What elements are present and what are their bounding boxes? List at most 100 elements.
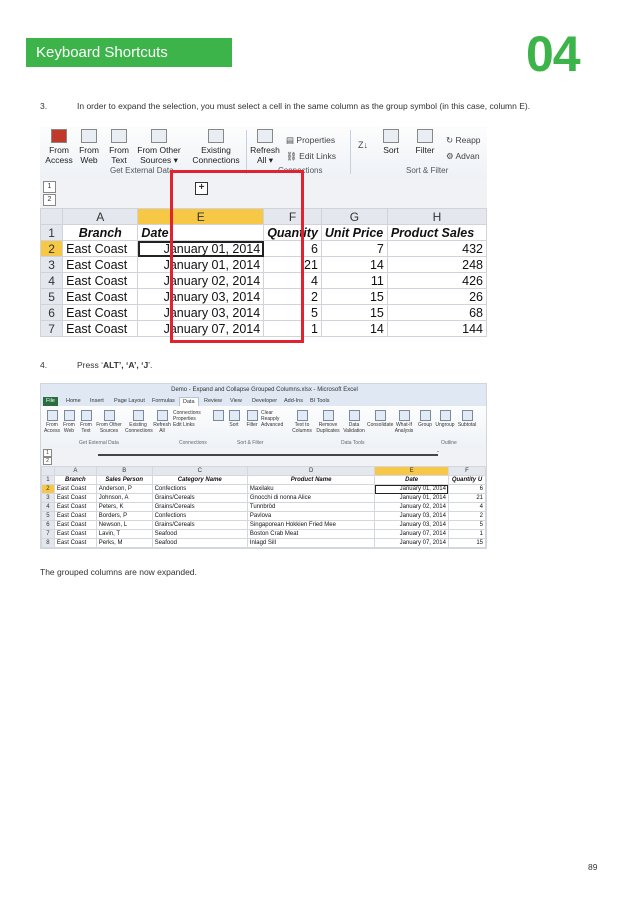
cell[interactable]: Sales Person [95, 475, 153, 485]
cell[interactable]: 21 [447, 493, 486, 503]
refresh-all-button[interactable]: Refresh All [153, 410, 171, 434]
text-to-columns-button[interactable]: Text to Columns [291, 410, 313, 434]
row-header[interactable]: 5 [40, 288, 64, 305]
cell[interactable]: 26 [386, 288, 487, 305]
cell[interactable]: 248 [386, 256, 487, 273]
outline-level-1-button[interactable]: 1 [43, 181, 56, 193]
cell[interactable]: 7 [320, 240, 388, 257]
cell[interactable]: Anderson, P [95, 547, 153, 548]
cell[interactable]: Anderson, P [95, 484, 153, 494]
select-all-corner[interactable] [40, 208, 64, 225]
cell[interactable]: East Coast [53, 520, 97, 530]
row-header[interactable]: 2 [40, 240, 64, 257]
from-text-button[interactable]: From Text [106, 129, 132, 165]
tab-review[interactable]: Review [201, 397, 225, 406]
cell[interactable]: Boston Crab Meat [246, 529, 376, 539]
cell[interactable]: Seafood [151, 529, 248, 539]
cell[interactable]: Inlagd Sill [246, 538, 376, 548]
filter-button[interactable]: Filter [412, 129, 438, 155]
properties-button[interactable]: ▤ Properties [286, 135, 335, 146]
row-header[interactable]: 9 [41, 547, 55, 548]
cell[interactable]: Chai [246, 547, 376, 548]
column-header-d[interactable]: D [246, 466, 376, 476]
cell[interactable]: East Coast [53, 547, 97, 548]
cell[interactable]: January 03, 2014 [374, 511, 449, 521]
row-header[interactable]: 1 [41, 475, 55, 485]
cell[interactable]: Grains/Cereals [151, 520, 248, 530]
consolidate-button[interactable]: Consolidate [367, 410, 393, 428]
tab-page-layout[interactable]: Page Layout [111, 397, 148, 406]
tab-developer[interactable]: Developer [249, 397, 280, 406]
edit-links-button[interactable]: Edit Links [173, 422, 207, 428]
cell[interactable]: January 01, 2014 [374, 493, 449, 503]
cell[interactable]: Date [374, 475, 449, 485]
from-other-sources-button[interactable]: From Other Sources ▾ [134, 129, 184, 165]
column-header-a[interactable]: A [53, 466, 97, 476]
cell[interactable]: Johnson, A [95, 493, 153, 503]
cell[interactable]: East Coast [53, 511, 97, 521]
cell[interactable]: East Coast [62, 256, 139, 273]
row-header[interactable]: 6 [40, 304, 64, 321]
reapply-button[interactable]: ↻ Reapp [446, 135, 481, 146]
column-header-e[interactable]: E [374, 466, 449, 476]
cell[interactable]: East Coast [53, 493, 97, 503]
from-other-sources-button[interactable]: From Other Sources [96, 410, 122, 434]
cell[interactable]: Product Name [246, 475, 376, 485]
cell[interactable]: Perks, M [95, 538, 153, 548]
cell[interactable]: 1 [447, 529, 486, 539]
data-validation-button[interactable]: Data Validation [343, 410, 365, 434]
collapse-group-button[interactable]: - [437, 449, 439, 455]
tab-formulas[interactable]: Formulas [149, 397, 178, 406]
subtotal-button[interactable]: Subtotal [457, 410, 477, 428]
row-header[interactable]: 4 [40, 272, 64, 289]
edit-links-button[interactable]: ⛓ Edit Links [286, 151, 336, 162]
existing-connections-button[interactable]: Existing Connections [190, 129, 242, 165]
remove-duplicates-button[interactable]: Remove Duplicates [315, 410, 341, 434]
cell[interactable]: East Coast [53, 529, 97, 539]
from-web-button[interactable]: From Web [61, 410, 77, 434]
cell[interactable]: Peters, K [95, 502, 153, 512]
cell[interactable]: 15 [320, 288, 388, 305]
group-button[interactable]: Group [417, 410, 433, 428]
cell[interactable]: Seafood [151, 538, 248, 548]
cell[interactable]: Product Sales [386, 224, 487, 241]
cell[interactable]: January 03, 2014 [374, 520, 449, 530]
row-header[interactable]: 7 [40, 320, 64, 337]
sort-az-button[interactable] [211, 410, 225, 422]
row-header[interactable]: 8 [41, 538, 55, 548]
cell[interactable]: 15 [447, 538, 486, 548]
cell[interactable]: Branch [53, 475, 97, 485]
select-all-corner[interactable] [41, 466, 55, 476]
advanced-button[interactable]: ⚙ Advan [446, 151, 480, 162]
filter-button[interactable]: Filter [245, 410, 259, 428]
cell[interactable]: Quantity U [447, 475, 486, 485]
cell[interactable]: January 07, 2014 [374, 538, 449, 548]
cell[interactable]: 432 [386, 240, 487, 257]
cell[interactable]: Tunnbröd [246, 502, 376, 512]
column-header-c[interactable]: C [151, 466, 248, 476]
cell[interactable]: Confections [151, 484, 248, 494]
cell[interactable]: 14 [320, 256, 388, 273]
cell[interactable]: East Coast [62, 304, 139, 321]
tab-home[interactable]: Home [63, 397, 84, 406]
cell[interactable]: 144 [386, 320, 487, 337]
advanced-button[interactable]: Advanced [261, 422, 289, 428]
cell[interactable] [447, 547, 486, 548]
column-header-g[interactable]: G [320, 208, 388, 225]
tab-add-ins[interactable]: Add-Ins [281, 397, 306, 406]
sort-button[interactable]: Sort [378, 129, 404, 155]
cell[interactable]: Pavlova [246, 511, 376, 521]
outline-level-2-button[interactable]: 2 [43, 194, 56, 206]
cell[interactable]: East Coast [62, 240, 139, 257]
cell[interactable]: 426 [386, 272, 487, 289]
cell[interactable]: Singaporean Hokkien Fried Mee [246, 520, 376, 530]
cell[interactable]: East Coast [62, 272, 139, 289]
cell[interactable]: Category Name [151, 475, 248, 485]
row-header[interactable]: 2 [41, 484, 55, 494]
cell[interactable]: 6 [447, 484, 486, 494]
from-access-button[interactable]: From Access [44, 129, 74, 165]
column-header-h[interactable]: H [386, 208, 487, 225]
cell[interactable]: East Coast [53, 484, 97, 494]
cell[interactable]: 68 [386, 304, 487, 321]
cell[interactable]: January 07, 2014 [374, 529, 449, 539]
